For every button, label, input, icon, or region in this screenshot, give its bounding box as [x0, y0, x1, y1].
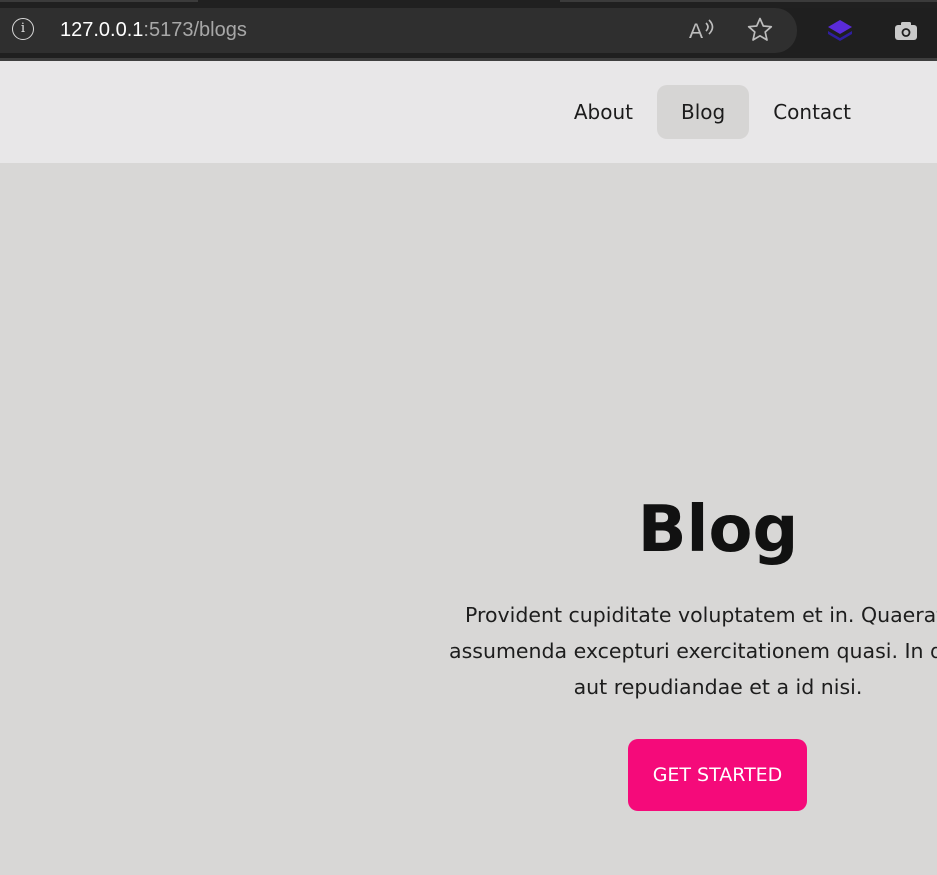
hero-section: Blog Provident cupiditate voluptatem et …	[0, 163, 937, 875]
camera-icon[interactable]	[892, 20, 920, 42]
nav-item-blog[interactable]: Blog	[656, 85, 750, 139]
nav-item-contact[interactable]: Contact	[749, 85, 875, 139]
svg-text:A: A	[689, 20, 703, 43]
description-line: assumenda excepturi exercitationem quasi…	[449, 639, 937, 663]
address-bar[interactable]: i 127.0.0.1:5173/blogs A	[0, 8, 797, 53]
info-icon[interactable]: i	[12, 18, 34, 40]
description-line: Provident cupiditate voluptatem et in. Q…	[464, 603, 937, 627]
browser-toolbar: i 127.0.0.1:5173/blogs A	[0, 8, 937, 60]
nav-item-about[interactable]: About	[550, 85, 657, 139]
extension-icon[interactable]	[826, 18, 854, 44]
tab-edge	[0, 0, 198, 2]
site-header: About Blog Contact	[0, 61, 937, 163]
url-host: 127.0.0.1	[60, 19, 144, 41]
main-nav: About Blog Contact	[550, 85, 875, 139]
favorite-star-icon[interactable]	[746, 16, 774, 44]
url-text[interactable]: 127.0.0.1:5173/blogs	[60, 18, 247, 42]
browser-tabstrip	[0, 0, 937, 8]
read-aloud-icon[interactable]: A	[688, 17, 716, 43]
page-title: Blog	[637, 493, 799, 567]
tab-edge	[560, 0, 937, 2]
description-line: aut repudiandae et a id nisi.	[573, 675, 863, 699]
hero-description: Provident cupiditate voluptatem et in. Q…	[378, 597, 937, 705]
url-path: :5173/blogs	[143, 19, 247, 41]
get-started-button[interactable]: GET STARTED	[628, 739, 807, 811]
